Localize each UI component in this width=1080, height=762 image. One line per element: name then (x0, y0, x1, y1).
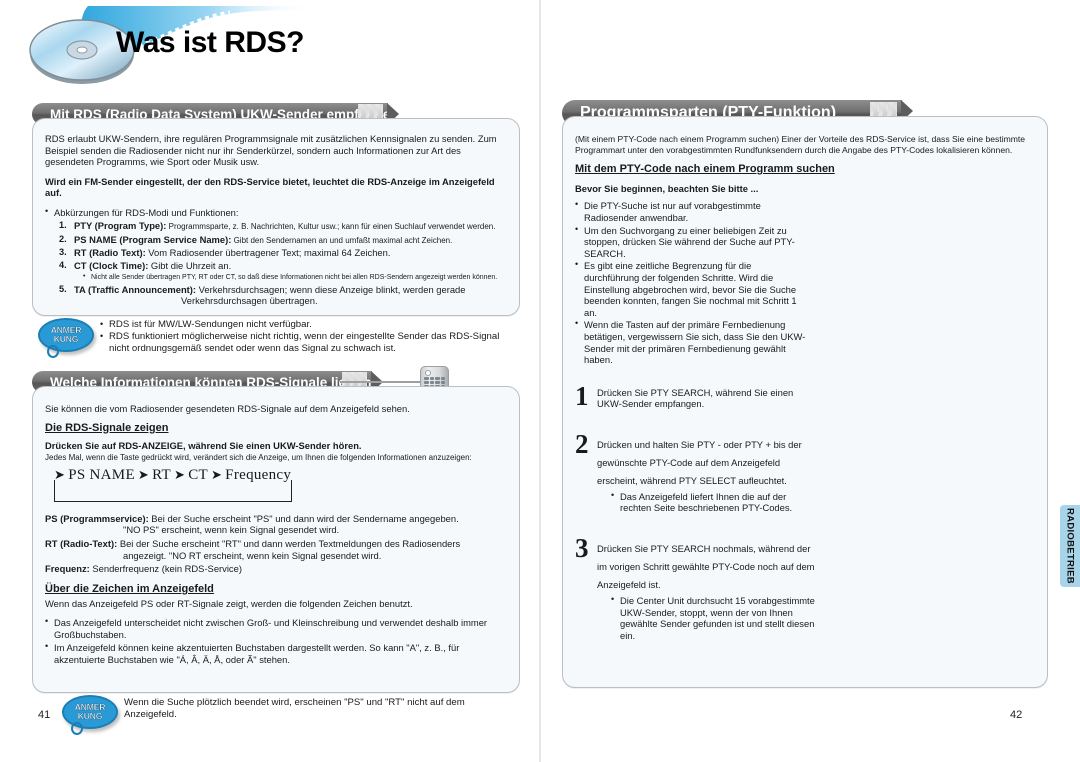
abbrev-term: TA (Traffic Announcement): (74, 283, 197, 295)
note1-bullet-2: RDS funktioniert möglicherweise nicht ri… (100, 330, 518, 355)
ps-term: PS (Programmservice): (45, 512, 149, 524)
page-title: Was ist RDS? (116, 26, 304, 59)
freq-term: Frequenz: (45, 563, 90, 575)
abbrev-term: PS NAME (Program Service Name): (74, 233, 232, 245)
abbrev-item-rt: 3. RT (Radio Text): Vom Radiosender über… (59, 247, 391, 259)
note1-bullet-1: RDS ist für MW/LW-Sendungen nicht verfüg… (100, 318, 518, 331)
section2-subheading-2: Über die Zeichen im Anzeigefeld (45, 582, 214, 595)
section1-content-box: RDS erlaubt UKW-Sendern, ihre regulären … (32, 118, 520, 316)
note2-text: Wenn die Suche plötzlich beendet wird, e… (124, 697, 465, 721)
section2-sub2-intro: Wenn das Anzeigefeld PS oder RT-Signale … (45, 598, 413, 610)
pty-subheading-2: Bevor Sie beginnen, beachten Sie bitte .… (575, 182, 759, 194)
side-tab-label: RADIOBETRIEB (1064, 508, 1076, 584)
section2-small-line: Jedes Mal, wenn die Taste gedrückt wird,… (45, 452, 472, 462)
badge-line-2: KUNG (53, 334, 79, 344)
step-text: Drücken Sie PTY SEARCH nochmals, während… (597, 543, 815, 591)
note-block-1: ANMER KUNG RDS ist für MW/LW-Sendungen n… (38, 318, 518, 358)
section2-bold-line: Drücken Sie auf RDS-ANZEIGE, während Sie… (45, 440, 362, 452)
sub2-bullet-2: Im Anzeigefeld können keine akzentuierte… (45, 641, 507, 665)
section1-bold-line: Wird ein FM-Sender eingestellt, der den … (45, 175, 495, 199)
abbrev-item-psname: 2. PS NAME (Program Service Name): Gibt … (59, 233, 453, 245)
step-text: Drücken Sie PTY SEARCH, während Sie eine… (597, 386, 794, 410)
rt-desc-2: angezeigt. "NO RT erscheint, wenn kein S… (123, 549, 382, 561)
pty-bullet-1: Die PTY-Suche ist nur auf vorabgestimmte… (575, 199, 807, 223)
page-number-right: 42 (1010, 709, 1023, 721)
pty-intro: (Mit einem PTY-Code nach einem Programm … (575, 134, 1026, 155)
abbrev-term: CT (Clock Time): (74, 260, 149, 272)
pty-content-box: (Mit einem PTY-Code nach einem Programm … (562, 116, 1048, 688)
page-header: Was ist RDS? (8, 2, 328, 94)
badge-line-2: KUNG (77, 711, 103, 721)
section2-content-box: Sie können die vom Radiosender gesendete… (32, 386, 520, 693)
pty-bullet-2: Um den Suchvorgang zu einer beliebigen Z… (575, 224, 807, 260)
ps-desc: Bei der Suche erscheint "PS" und dann wi… (148, 512, 459, 524)
abbrev-desc: Gibt den Sendernamen an und umfaßt maxim… (231, 235, 453, 245)
side-tab-radiobetrieb: RADIOBETRIEB (1060, 505, 1080, 587)
connector-line (340, 381, 422, 383)
step-number: 3 (575, 533, 589, 564)
abbrev-desc: Vom Radiosender übertragener Text; maxim… (145, 247, 391, 259)
step-3: 3 Drücken Sie PTY SEARCH nochmals, währe… (575, 533, 819, 641)
step-subbullet: Die Center Unit durchsucht 15 vorabgesti… (611, 594, 819, 641)
abbrev-subnote: Nicht alle Sender übertragen PTY, RT ode… (83, 273, 507, 283)
abbrev-item-pty: 1. PTY (Program Type): Programmsparte, z… (59, 220, 496, 232)
pty-bullet-3: Es gibt eine zeitliche Begrenzung für di… (575, 259, 807, 318)
abbrev-item-ta: 5. TA (Traffic Announcement): Verkehrsdu… (59, 283, 466, 295)
page-number-left: 41 (38, 709, 51, 721)
abbrev-lead: Abkürzungen für RDS-Modi und Funktionen: (45, 206, 507, 219)
abbrev-term: RT (Radio Text): (74, 247, 146, 259)
rt-term: RT (Radio-Text): (45, 537, 118, 549)
abbrev-item-ct: 4. CT (Clock Time): Gibt die Uhrzeit an. (59, 260, 232, 272)
freq-desc: Senderfrequenz (kein RDS-Service) (89, 563, 242, 575)
note-block-2: ANMER KUNG Wenn die Suche plötzlich been… (62, 695, 502, 735)
abbrev-desc: Gibt die Uhrzeit an. (148, 260, 232, 272)
step-subbullet: Das Anzeigefeld liefert Ihnen die auf de… (611, 490, 819, 514)
section2-intro: Sie können die vom Radiosender gesendete… (45, 403, 410, 414)
abbrev-desc: Programmsparte, z. B. Nachrichten, Kultu… (166, 222, 496, 232)
anmerkung-badge-icon: ANMER KUNG (62, 695, 118, 735)
sub2-bullet-1: Das Anzeigefeld unterscheidet nicht zwis… (45, 616, 507, 640)
section1-intro: RDS erlaubt UKW-Sendern, ihre regulären … (45, 133, 497, 168)
pty-subheading-1: Mit dem PTY-Code nach einem Programm suc… (575, 163, 835, 176)
pty-bullet-4: Wenn die Tasten auf der primäre Fernbedi… (575, 318, 807, 365)
step-text: Drücken und halten Sie PTY - oder PTY + … (597, 438, 802, 486)
step-1: 1 Drücken Sie PTY SEARCH, während Sie ei… (575, 380, 819, 411)
abbrev-item-ta-cont: Verkehrsdurchsagen übertragen. (181, 295, 318, 307)
page-left: Was ist RDS? Mit RDS (Radio Data System)… (0, 0, 540, 762)
rds-display-flow-diagram: ➤ PS NAME ➤ RT ➤ CT ➤ Frequency (51, 467, 507, 507)
anmerkung-badge-icon: ANMER KUNG (38, 318, 94, 358)
page-right: Programmsparten (PTY-Funktion) PTY- 4 PT… (540, 0, 1080, 762)
ps-desc-2: "NO PS" erscheint, wenn kein Signal gese… (123, 524, 340, 536)
step-number: 2 (575, 428, 589, 459)
step-2: 2 Drücken und halten Sie PTY - oder PTY … (575, 428, 819, 514)
step-number: 1 (575, 380, 589, 411)
rt-desc: Bei der Suche erscheint "RT" und dann we… (117, 537, 461, 549)
section2-subheading-1: Die RDS-Signale zeigen (45, 421, 169, 434)
abbrev-desc: Verkehrsdurchsagen; wenn diese Anzeige b… (196, 283, 466, 295)
abbrev-term: PTY (Program Type): (74, 220, 167, 232)
